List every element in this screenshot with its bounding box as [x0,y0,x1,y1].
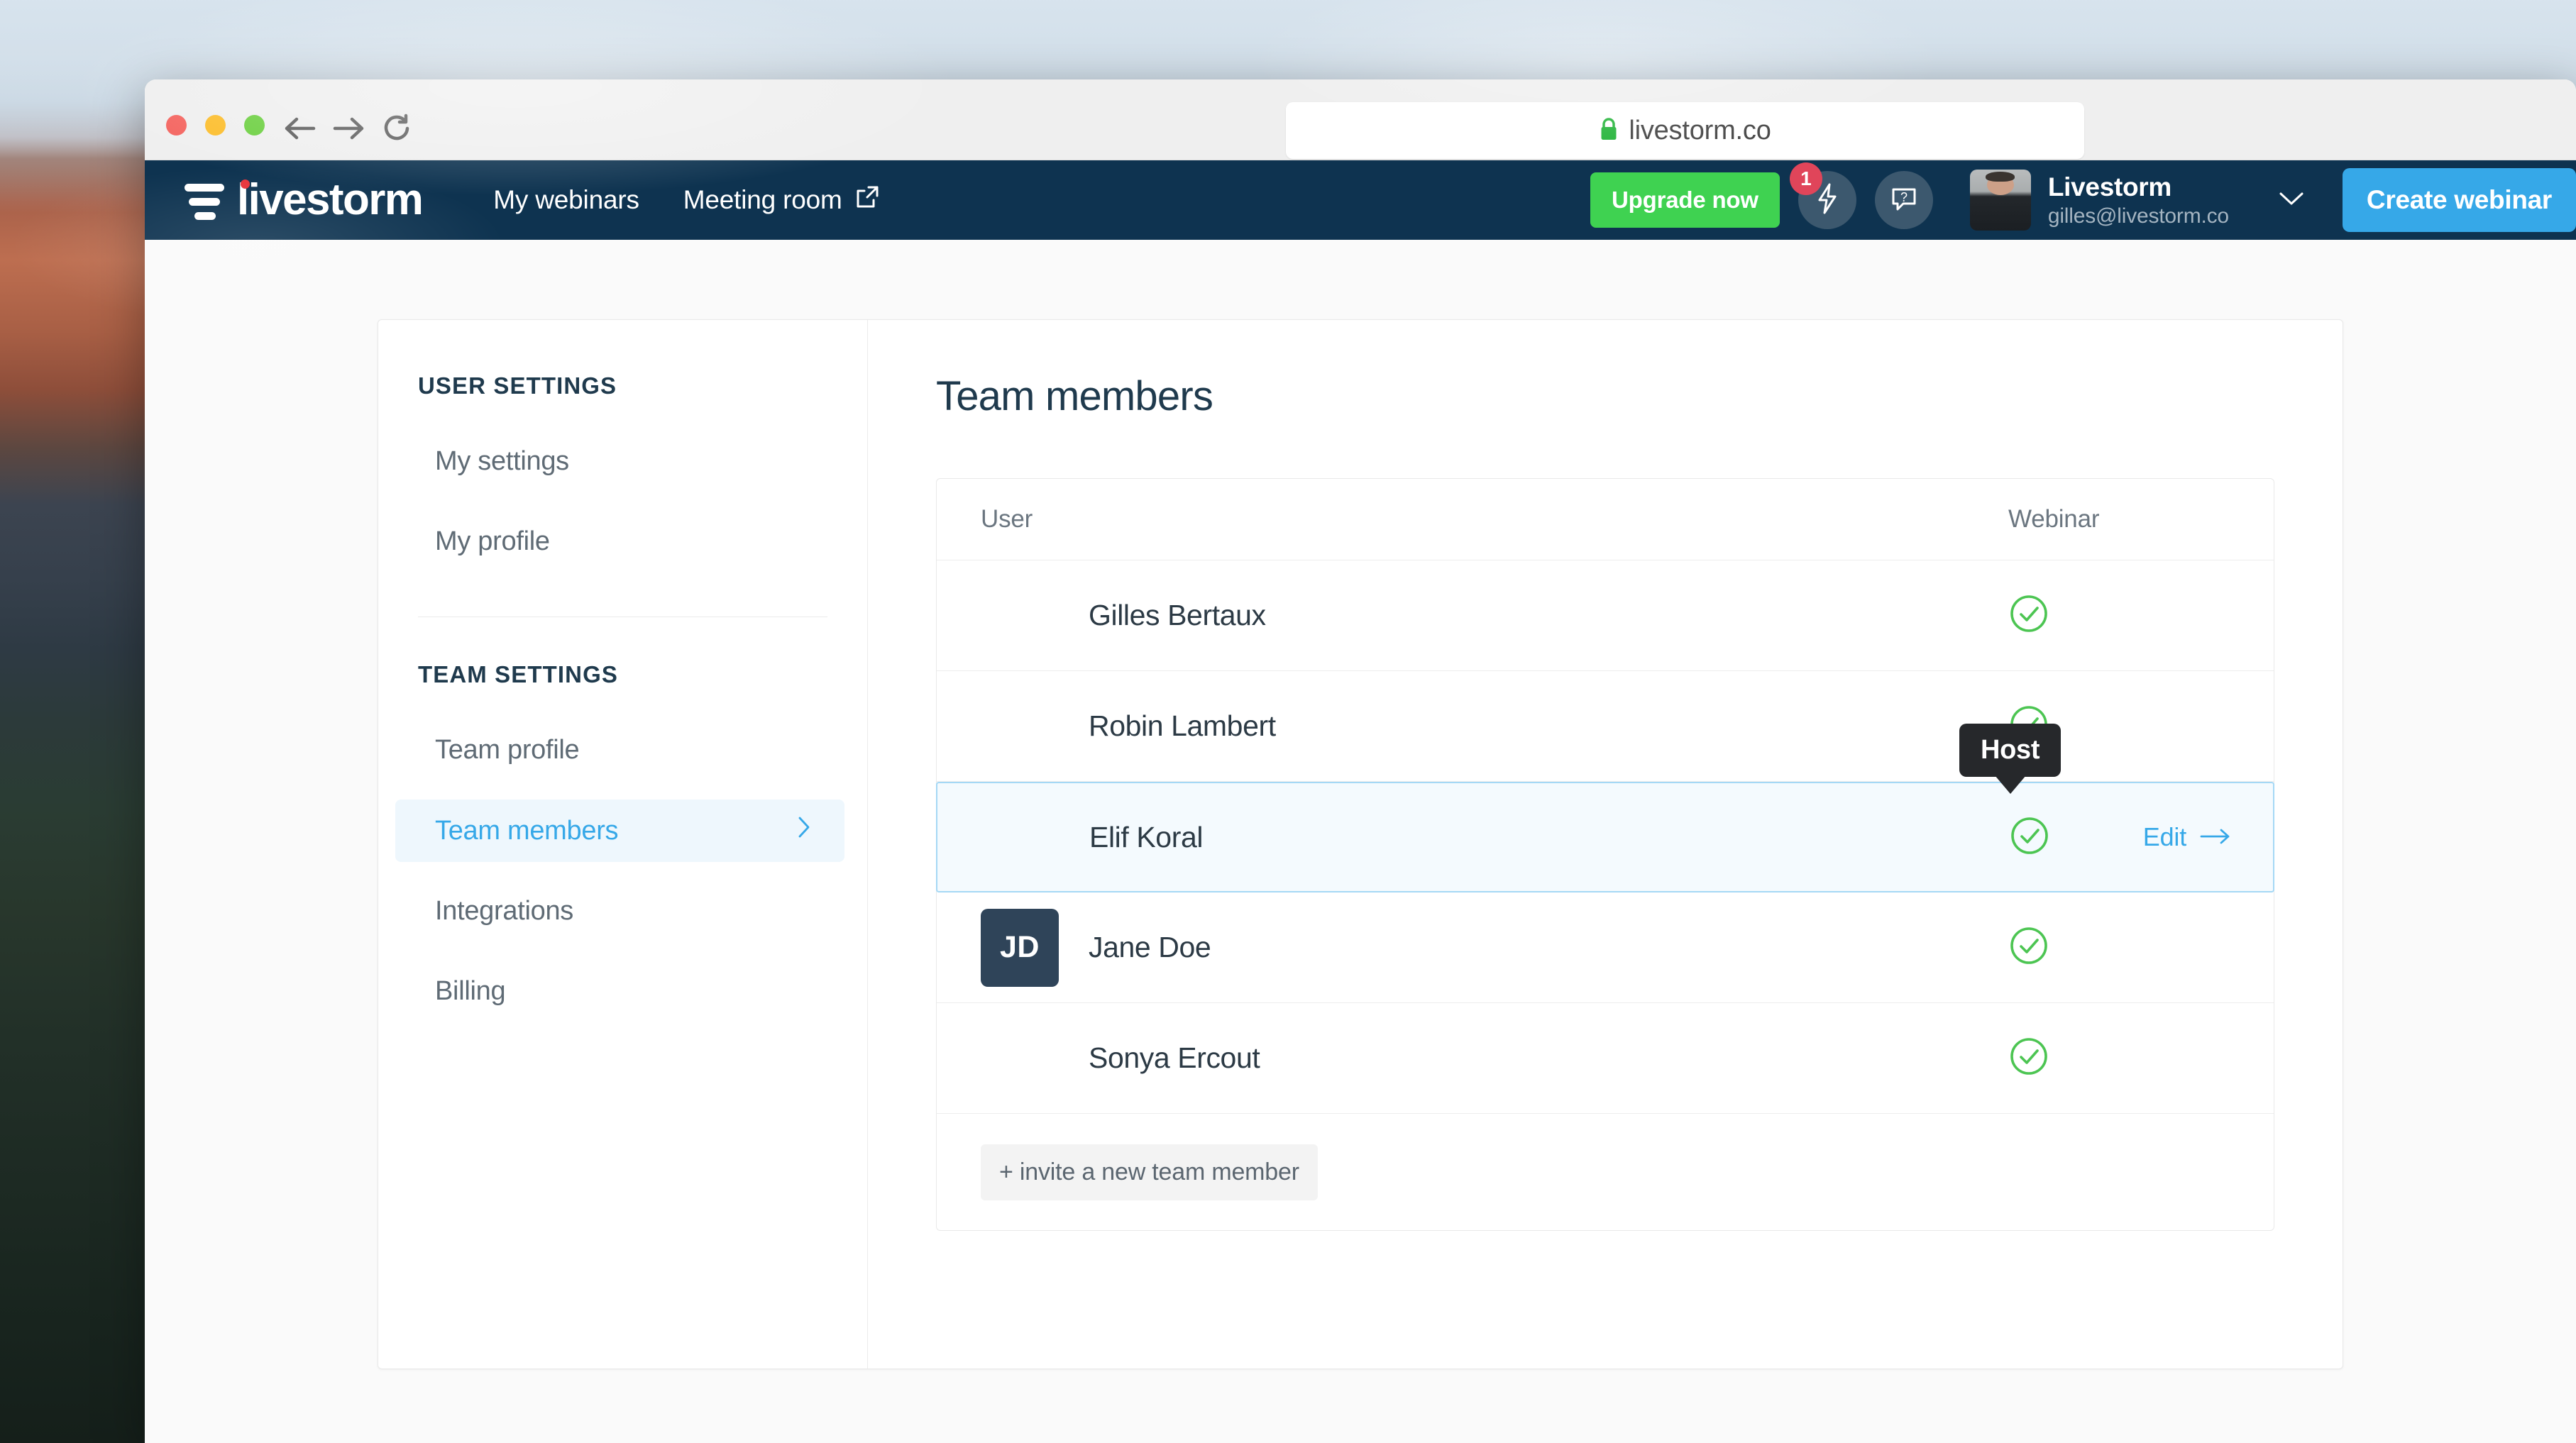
avatar [981,577,1059,655]
settings-sidebar: USER SETTINGS My settings My profile TEA… [378,320,868,1369]
browser-nav-buttons [281,112,413,145]
table-header-row: User Webinar [937,479,2274,560]
sidebar-item-integrations[interactable]: Integrations [395,880,844,942]
back-arrow-icon[interactable] [281,114,318,143]
sidebar-item-label: Billing [435,976,506,1006]
livestorm-mark-icon [185,181,224,220]
webinar-permission-cell[interactable] [2009,815,2094,860]
nav-link-meeting-room-label: Meeting room [683,185,842,214]
sidebar-item-label: Team profile [435,735,580,765]
sidebar-item-my-settings[interactable]: My settings [395,431,844,492]
sidebar-item-my-profile[interactable]: My profile [395,511,844,573]
brand-dot-icon [241,179,250,189]
nav-link-my-webinars[interactable]: My webinars [493,185,639,215]
webinar-permission-cell [2008,1036,2093,1080]
url-text: livestorm.co [1629,115,1771,145]
forward-arrow-icon[interactable] [331,114,368,143]
avatar [1969,170,2031,231]
avatar-initials: JD [981,908,1059,987]
maximize-button[interactable] [244,115,265,136]
sidebar-group-user-settings-title: USER SETTINGS [418,372,617,399]
member-name: Sonya Ercout [1089,1041,1260,1074]
brand-wordmark: livestorm [237,175,424,224]
close-button[interactable] [166,115,187,136]
table-row[interactable]: Gilles Bertaux [937,560,2274,671]
help-question-icon: ? [1889,184,1919,217]
browser-window: livestorm.co livestorm My webinars Meeti… [145,79,2576,1443]
webinar-permission-cell [2008,925,2093,970]
reload-icon[interactable] [380,112,413,145]
sidebar-item-team-members[interactable]: Team members [395,800,844,862]
settings-card: USER SETTINGS My settings My profile TEA… [378,319,2343,1369]
check-circle-icon [2008,925,2049,970]
column-header-webinar: Webinar [2008,505,2100,533]
svg-text:?: ? [1900,190,1908,204]
sidebar-item-team-profile[interactable]: Team profile [395,719,844,781]
table-row[interactable]: JD Jane Doe [937,892,2274,1003]
sidebar-item-label: Team members [435,815,619,846]
external-link-icon [854,184,881,217]
desktop-wallpaper: livestorm.co livestorm My webinars Meeti… [0,0,2576,1443]
notifications-button[interactable]: 1 [1789,162,1856,229]
nav-link-my-webinars-label: My webinars [493,185,639,214]
account-text: Livestorm gilles@livestorm.co [2048,172,2229,228]
settings-main: Team members User Webinar Gilles Bertaux [868,320,2343,1369]
member-name: Robin Lambert [1089,709,1276,742]
member-name: Jane Doe [1089,931,1211,963]
nav-link-meeting-room[interactable]: Meeting room [683,184,881,217]
avatar [981,798,1059,876]
sidebar-item-billing[interactable]: Billing [395,961,844,1022]
page-body: USER SETTINGS My settings My profile TEA… [145,240,2576,1443]
sidebar-item-label: Integrations [435,896,573,926]
table-footer: + invite a new team member [937,1114,2274,1230]
member-name: Elif Koral [1089,820,1204,853]
table-row[interactable]: Sonya Ercout [937,1003,2274,1114]
browser-titlebar: livestorm.co [145,79,2576,160]
chevron-right-icon [795,815,813,846]
edit-link-label: Edit [2142,822,2186,851]
page-title: Team members [936,373,1213,419]
account-menu[interactable]: Livestorm gilles@livestorm.co [1969,170,2306,231]
app-navbar: livestorm My webinars Meeting room Upgra… [145,160,2576,240]
livestorm-logo[interactable]: livestorm [185,175,424,224]
check-circle-icon [2009,815,2050,860]
account-name: Livestorm [2047,172,2172,201]
help-button[interactable]: ? [1874,171,1933,229]
arrow-right-icon [2199,822,2232,852]
column-header-user: User [981,505,1033,533]
lock-icon [1599,116,1619,145]
sidebar-item-label: My profile [435,526,550,556]
check-circle-icon [2008,1036,2049,1080]
avatar [981,1019,1059,1098]
table-row[interactable]: Robin Lambert [937,671,2274,782]
navbar-right-cluster: Upgrade now 1 ? Livestorm gilles@livesto… [1590,160,2576,240]
table-row[interactable]: Host Elif Koral Edit [936,724,2274,892]
avatar [981,687,1059,765]
notifications-badge: 1 [1789,162,1822,195]
sidebar-group-team-settings-title: TEAM SETTINGS [418,661,618,687]
minimize-button[interactable] [205,115,226,136]
chevron-down-icon[interactable] [2277,189,2306,211]
avatar: JD [981,908,1059,987]
account-email: gilles@livestorm.co [2047,204,2229,228]
address-bar[interactable]: livestorm.co [1286,102,2084,159]
upgrade-now-button[interactable]: Upgrade now [1590,172,1780,228]
team-members-table: User Webinar Gilles Bertaux Robin Lamber… [936,478,2274,1231]
window-traffic-lights [166,115,265,136]
host-tooltip: Host [1959,724,2062,777]
member-name: Gilles Bertaux [1089,599,1266,631]
sidebar-item-label: My settings [435,446,569,476]
webinar-permission-cell [2008,593,2093,638]
create-webinar-button[interactable]: Create webinar [2342,168,2576,232]
invite-team-member-button[interactable]: + invite a new team member [981,1144,1318,1200]
check-circle-icon [2008,593,2049,638]
edit-member-link[interactable]: Edit [2143,822,2232,852]
